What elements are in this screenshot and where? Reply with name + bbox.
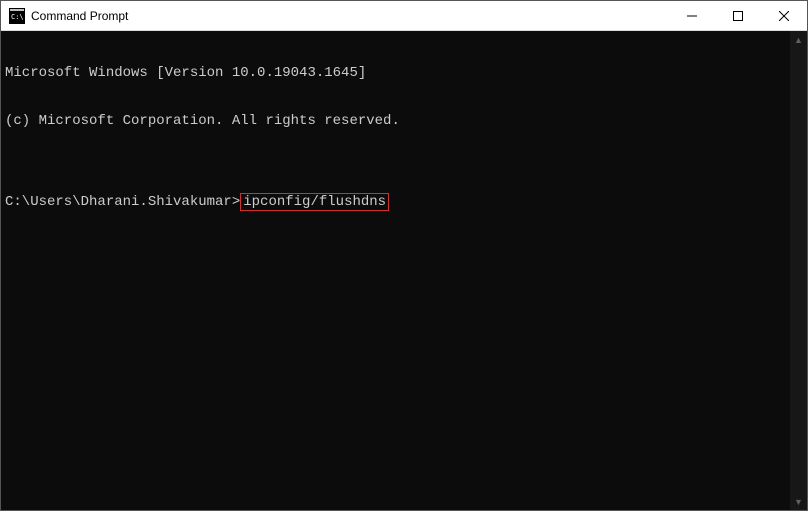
- terminal-prompt-line: C:\Users\Dharani.Shivakumar>ipconfig/flu…: [5, 193, 786, 211]
- terminal-command-highlighted: ipconfig/flushdns: [240, 193, 389, 211]
- titlebar[interactable]: C:\ Command Prompt: [1, 1, 807, 31]
- terminal-prompt: C:\Users\Dharani.Shivakumar>: [5, 194, 240, 210]
- scroll-up-arrow-icon[interactable]: ▲: [790, 31, 807, 48]
- command-prompt-window: C:\ Command Prompt Microsoft Windows [Ve…: [0, 0, 808, 511]
- vertical-scrollbar[interactable]: ▲ ▼: [790, 31, 807, 510]
- scroll-down-arrow-icon[interactable]: ▼: [790, 493, 807, 510]
- maximize-button[interactable]: [715, 1, 761, 30]
- terminal-line-copyright: (c) Microsoft Corporation. All rights re…: [5, 113, 786, 129]
- cmd-icon: C:\: [9, 8, 25, 24]
- terminal-area[interactable]: Microsoft Windows [Version 10.0.19043.16…: [1, 31, 807, 510]
- terminal-line-version: Microsoft Windows [Version 10.0.19043.16…: [5, 65, 786, 81]
- window-controls: [669, 1, 807, 30]
- window-title: Command Prompt: [31, 9, 669, 23]
- terminal-content[interactable]: Microsoft Windows [Version 10.0.19043.16…: [1, 31, 790, 510]
- minimize-button[interactable]: [669, 1, 715, 30]
- close-button[interactable]: [761, 1, 807, 30]
- svg-text:C:\: C:\: [11, 13, 24, 21]
